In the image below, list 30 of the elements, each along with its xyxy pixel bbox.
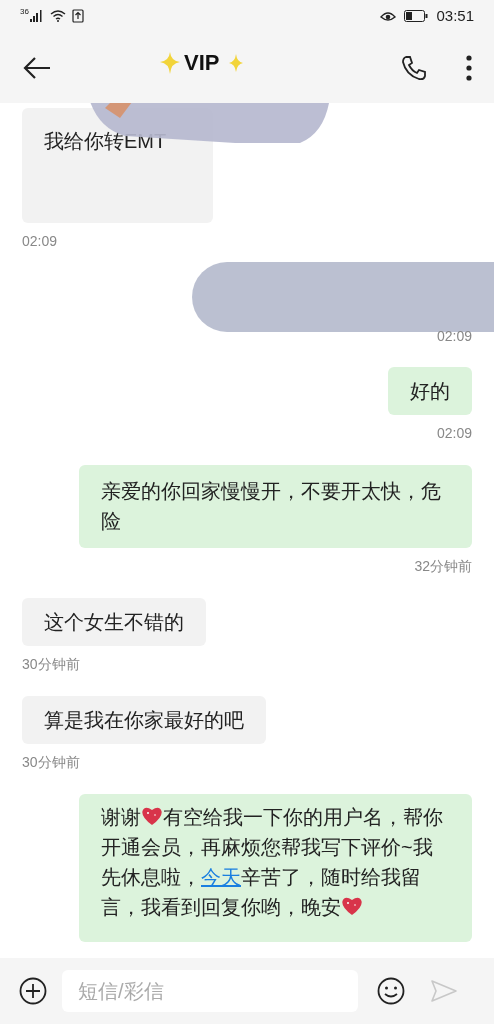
timestamp: 30分钟前 <box>22 655 80 674</box>
timestamp: 02:09 <box>436 424 472 443</box>
back-icon[interactable] <box>22 55 52 80</box>
message-bubble: 亲爱的你回家慢慢开，不要开太快，危险 <box>79 465 472 548</box>
more-icon[interactable] <box>466 54 472 81</box>
message-bubble: 谢谢 有空给我一下你的用户名，帮你开通会员，再麻烦您帮我写下评价~我先休息啦，今天辛苦了，随时给我留言，我看到回复你哟，晚安 <box>79 794 472 942</box>
message-bubble: 算是我在你家最好的吧 <box>22 696 266 744</box>
link[interactable]: 今天 <box>201 866 241 888</box>
timestamp: 32分钟前 <box>414 557 472 576</box>
message-bubble: 这个女生不错的 <box>22 598 206 646</box>
network-label: 36 <box>20 8 29 16</box>
timestamp: 02:09 <box>436 327 472 346</box>
timestamp: 02:09 <box>22 232 58 251</box>
phone-icon[interactable] <box>400 53 428 82</box>
message-bubble: 好的 <box>388 367 472 415</box>
heart-icon <box>341 896 363 916</box>
battery-icon <box>404 10 429 22</box>
upload-icon <box>71 9 84 23</box>
sparkle-icon <box>229 53 244 72</box>
timestamp: 30分钟前 <box>22 753 80 772</box>
add-icon[interactable] <box>18 976 48 1006</box>
clock: 03:51 <box>436 5 474 26</box>
eye-icon <box>380 10 397 22</box>
emoji-icon[interactable] <box>376 976 406 1006</box>
signal-icon <box>29 10 44 22</box>
sparkle-icon <box>160 51 180 74</box>
wifi-icon <box>49 10 66 22</box>
heart-icon <box>141 806 163 826</box>
message-input[interactable]: 短信/彩信 <box>62 970 358 1012</box>
contact-title: VIP <box>184 49 220 77</box>
